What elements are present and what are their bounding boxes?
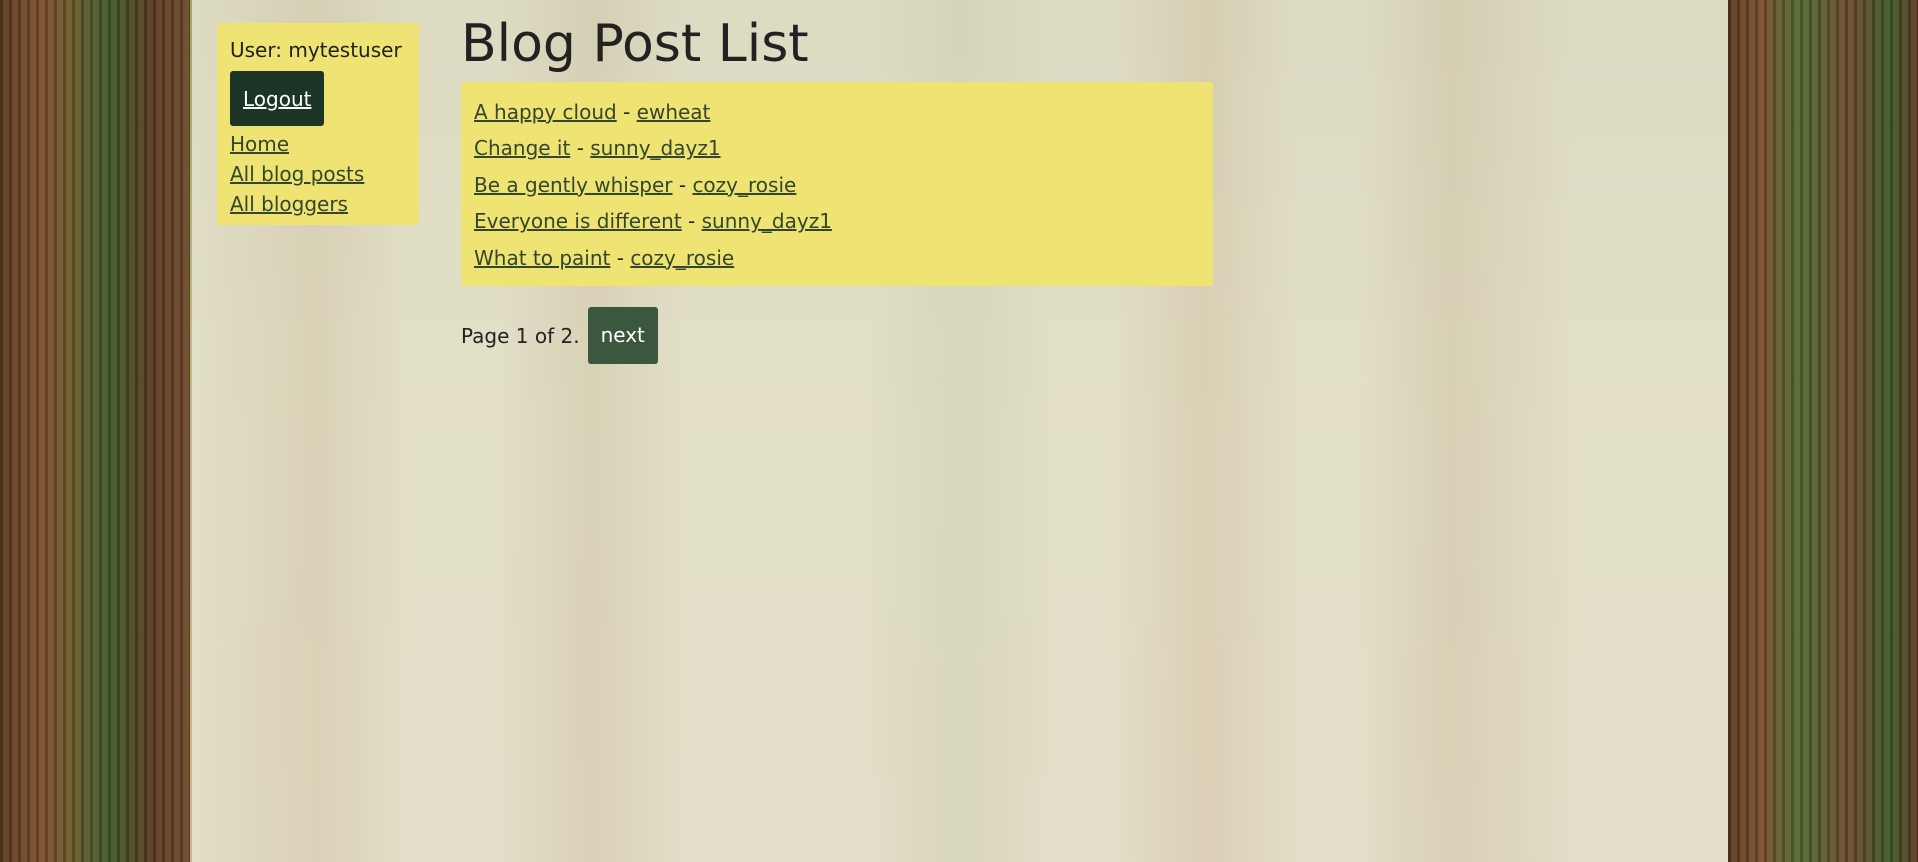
separator: - [576, 136, 584, 161]
post-author-link[interactable]: sunny_dayz1 [702, 209, 832, 233]
list-item: Change it - sunny_dayz1 [474, 130, 1200, 166]
page-status: Page 1 of 2. [461, 323, 580, 348]
post-title-link[interactable]: Everyone is different [474, 209, 682, 233]
separator: - [623, 100, 631, 124]
post-author-link[interactable]: cozy_rosie [692, 173, 796, 197]
nav-link-home[interactable]: Home [230, 129, 407, 159]
background-tree-left [0, 0, 190, 862]
post-title-link[interactable]: Be a gently whisper [474, 173, 673, 197]
nav-link-all-blog-posts[interactable]: All blog posts [230, 159, 407, 189]
nav-link-all-bloggers[interactable]: All bloggers [230, 189, 407, 219]
list-item: Be a gently whisper - cozy_rosie [474, 167, 1200, 203]
post-list: A happy cloud - ewheat Change it - sunny… [461, 82, 1213, 286]
post-author-link[interactable]: ewheat [637, 100, 711, 124]
list-item: What to paint - cozy_rosie [474, 240, 1200, 276]
post-title-link[interactable]: A happy cloud [474, 100, 617, 124]
post-author-link[interactable]: sunny_dayz1 [590, 136, 720, 160]
logout-button[interactable]: Logout [230, 71, 325, 126]
post-title-link[interactable]: What to paint [474, 246, 610, 270]
list-item: Everyone is different - sunny_dayz1 [474, 203, 1200, 239]
separator: - [688, 209, 696, 234]
background-tree-right [1728, 0, 1918, 862]
post-author-link[interactable]: cozy_rosie [630, 246, 734, 270]
page-title: Blog Post List [461, 14, 809, 74]
separator: - [616, 245, 624, 270]
next-page-button[interactable]: next [587, 307, 658, 364]
pagination: Page 1 of 2. next [461, 307, 658, 364]
sidebar: User: mytestuser Logout Home All blog po… [217, 23, 419, 225]
separator: - [678, 172, 687, 197]
post-title-link[interactable]: Change it [474, 136, 570, 160]
list-item: A happy cloud - ewheat [474, 94, 1200, 130]
user-label: User: mytestuser [230, 38, 402, 62]
